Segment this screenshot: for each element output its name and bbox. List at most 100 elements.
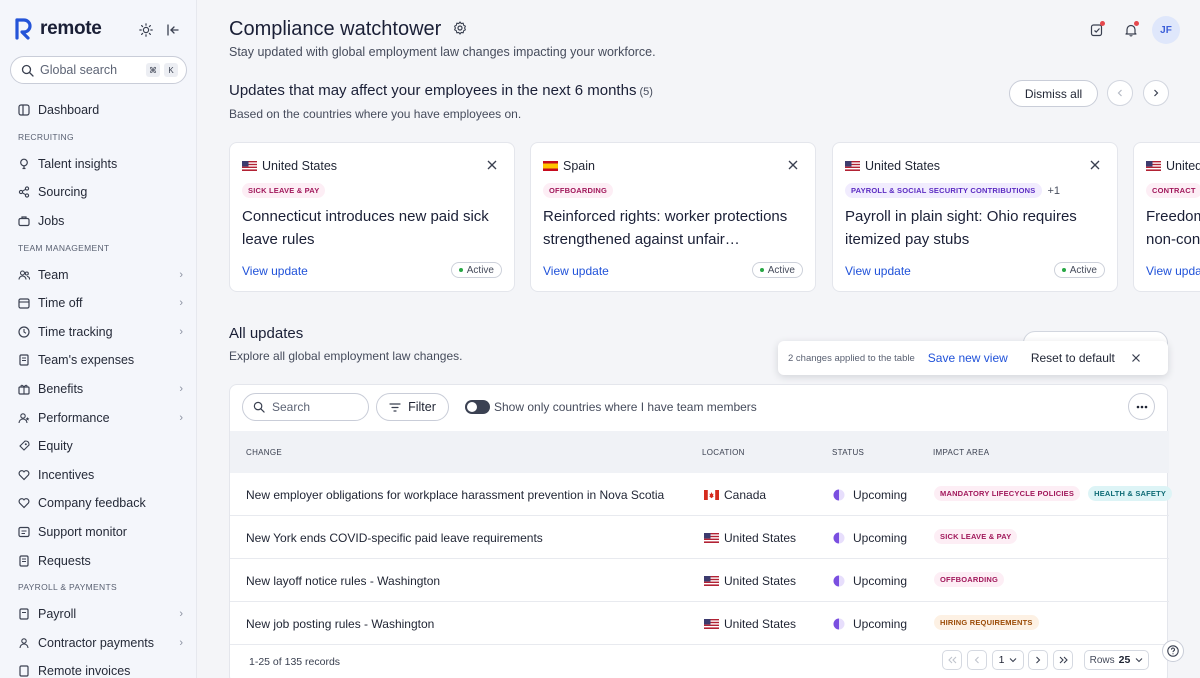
notifications-dot <box>1134 21 1139 26</box>
table-footer: 1-25 of 135 records 1 Rows 25 <box>230 642 1169 678</box>
global-search-input[interactable]: Global search ⌘ K <box>10 56 187 84</box>
update-card[interactable]: Spain OFFBOARDING Reinforced rights: wor… <box>530 142 816 292</box>
last-page-button[interactable] <box>1053 650 1073 670</box>
search-icon <box>21 64 34 77</box>
avatar[interactable]: JF <box>1152 16 1180 44</box>
help-button[interactable] <box>1162 640 1184 662</box>
chevron-left-icon <box>1117 89 1122 97</box>
table-row[interactable]: New job posting rules - Washington Unite… <box>230 602 1169 645</box>
page-select[interactable]: 1 <box>992 650 1024 670</box>
chevron-right-icon <box>1036 656 1041 664</box>
location-name: United States <box>724 531 797 545</box>
card-country: United <box>1146 159 1200 173</box>
sidebar-item-company-feedback[interactable]: Company feedback <box>0 489 197 518</box>
sidebar-item-benefits[interactable]: Benefits › <box>0 375 197 404</box>
sidebar-item-payroll[interactable]: Payroll › <box>0 600 197 629</box>
view-update-link[interactable]: View update <box>845 264 911 278</box>
dismiss-all-button[interactable]: Dismiss all <box>1009 80 1098 107</box>
column-header-change[interactable]: CHANGE <box>246 448 282 457</box>
settings-button[interactable] <box>453 18 467 41</box>
filter-button[interactable]: Filter <box>376 393 449 421</box>
brand[interactable]: remote <box>14 18 102 40</box>
sidebar-item-incentives[interactable]: Incentives <box>0 461 197 490</box>
table-search-input[interactable]: Search <box>242 393 369 421</box>
carousel-next-button[interactable] <box>1143 80 1169 106</box>
section-recruiting: RECRUITING <box>18 132 74 143</box>
receipt-icon <box>18 354 30 367</box>
brand-name: remote <box>40 18 102 39</box>
view-update-link[interactable]: View update <box>543 264 609 278</box>
card-title: Payroll in plain sight: Ohio requires it… <box>845 208 1077 248</box>
status-cell: Upcoming <box>833 617 907 631</box>
column-header-impact[interactable]: IMPACT AREA <box>933 448 989 457</box>
reset-to-default-button[interactable]: Reset to default <box>1031 351 1115 365</box>
page-number: 1 <box>998 654 1005 666</box>
chevron-right-icon: › <box>179 636 183 649</box>
gear-icon <box>454 21 467 35</box>
sidebar-item-support-monitor[interactable]: Support monitor <box>0 518 197 547</box>
collapse-sidebar-button[interactable] <box>165 22 181 38</box>
update-card[interactable]: United CONTRACT Freedom non-con View upd… <box>1133 142 1200 292</box>
sidebar-item-contractor-payments[interactable]: Contractor payments › <box>0 629 197 658</box>
close-icon[interactable] <box>1089 159 1101 171</box>
sidebar-item-dashboard[interactable]: Dashboard <box>0 96 197 125</box>
theme-toggle-button[interactable] <box>138 22 154 38</box>
notifications-button[interactable] <box>1118 17 1144 43</box>
sidebar: remote Global search ⌘ K Dashboard RECRU… <box>0 0 197 678</box>
update-card[interactable]: United States PAYROLL & SOCIAL SECURITY … <box>832 142 1118 292</box>
view-update-link[interactable]: View upda <box>1146 264 1200 278</box>
team-members-toggle[interactable] <box>465 400 490 414</box>
sidebar-item-jobs[interactable]: Jobs <box>0 207 197 236</box>
records-count: 1-25 of 135 records <box>249 656 341 668</box>
sidebar-item-label: Equity <box>38 439 73 454</box>
card-tags: PAYROLL & SOCIAL SECURITY CONTRIBUTIONS … <box>845 183 1060 198</box>
sidebar-item-time-off[interactable]: Time off › <box>0 289 197 318</box>
table-row[interactable]: New employer obligations for workplace h… <box>230 473 1173 516</box>
gift-icon <box>18 383 30 395</box>
table-search-placeholder: Search <box>272 400 311 414</box>
card-country-name: United States <box>865 159 941 173</box>
next-page-button[interactable] <box>1028 650 1048 670</box>
all-updates-title: All updates <box>229 325 304 342</box>
sidebar-item-requests[interactable]: Requests <box>0 546 197 575</box>
page-subtitle: Stay updated with global employment law … <box>229 45 656 59</box>
close-icon[interactable] <box>486 159 498 171</box>
column-header-location[interactable]: LOCATION <box>702 448 745 457</box>
status-text: Upcoming <box>853 488 908 502</box>
sidebar-item-team[interactable]: Team › <box>0 260 197 289</box>
sidebar-item-label: Dashboard <box>38 103 100 118</box>
rows-per-page-select[interactable]: Rows 25 <box>1084 650 1149 670</box>
sidebar-item-time-tracking[interactable]: Time tracking › <box>0 318 197 347</box>
close-icon[interactable] <box>1131 353 1141 363</box>
carousel-prev-button[interactable] <box>1107 80 1133 106</box>
sidebar-item-sourcing[interactable]: Sourcing <box>0 178 197 207</box>
save-new-view-button[interactable]: Save new view <box>928 351 1008 365</box>
location-cell: United States <box>704 574 796 588</box>
chevron-right-icon: › <box>179 268 183 281</box>
sidebar-item-remote-invoices[interactable]: Remote invoices <box>0 657 197 678</box>
sidebar-item-performance[interactable]: Performance › <box>0 403 197 432</box>
chevron-right-icon: › <box>179 608 183 621</box>
tasks-button[interactable] <box>1084 17 1110 43</box>
sidebar-item-team-expenses[interactable]: Team's expenses <box>0 346 197 375</box>
sidebar-item-equity[interactable]: Equity <box>0 432 197 461</box>
location-cell: United States <box>704 531 796 545</box>
close-icon[interactable] <box>787 159 799 171</box>
prev-page-button[interactable] <box>967 650 987 670</box>
more-options-button[interactable] <box>1128 393 1155 420</box>
global-search-placeholder: Global search <box>40 63 118 77</box>
column-header-status[interactable]: STATUS <box>832 448 864 457</box>
ellipsis-icon <box>1136 405 1147 408</box>
impact-tag: CONTRACT <box>1146 183 1200 198</box>
first-page-button[interactable] <box>942 650 962 670</box>
table-row[interactable]: New layoff notice rules - Washington Uni… <box>230 559 1169 602</box>
status-badge-text: Active <box>1069 264 1097 276</box>
update-card[interactable]: United States SICK LEAVE & PAY Connectic… <box>229 142 515 292</box>
main-content: Compliance watchtower Stay updated with … <box>197 0 1200 678</box>
view-update-link[interactable]: View update <box>242 264 308 278</box>
rocket-icon <box>18 440 30 452</box>
sidebar-item-talent-insights[interactable]: Talent insights <box>0 150 197 179</box>
sidebar-item-label: Team's expenses <box>38 353 135 368</box>
status-text: Upcoming <box>853 531 908 545</box>
table-row[interactable]: New York ends COVID-specific paid leave … <box>230 516 1169 559</box>
